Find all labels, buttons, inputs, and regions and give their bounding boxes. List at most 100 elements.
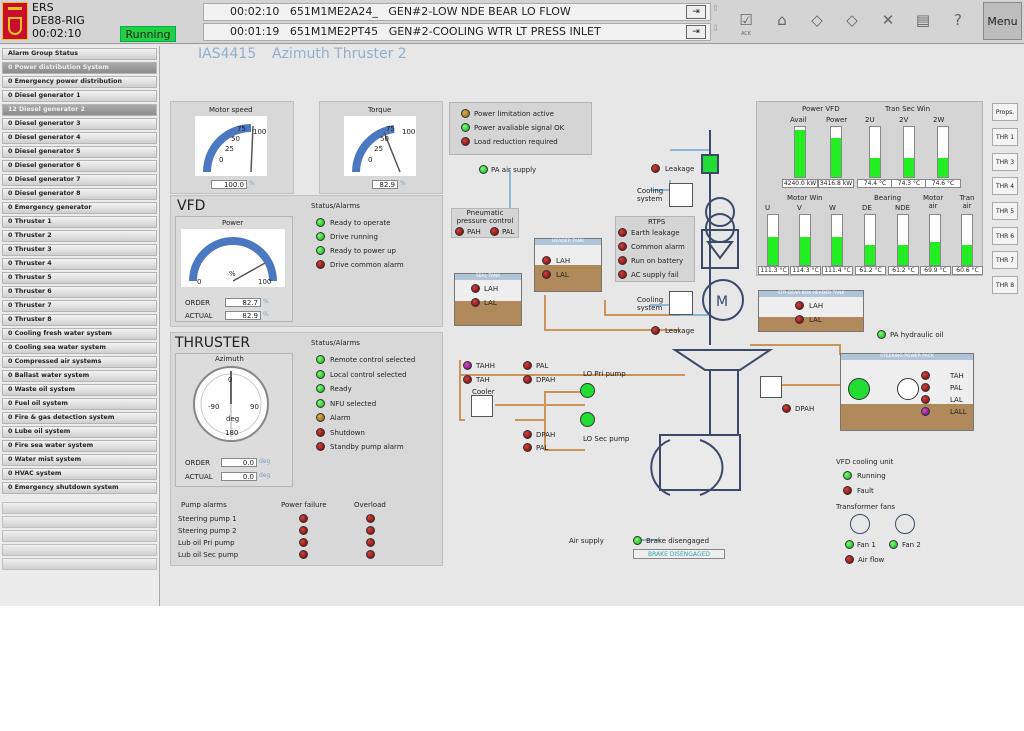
sidebar-item[interactable]: 0 Emergency power distribution — [2, 76, 157, 88]
thruster-nav-button[interactable]: THR 3 — [992, 153, 1018, 171]
sidebar-item[interactable]: 0 Fire sea water system — [2, 440, 157, 452]
sidebar-item[interactable]: 0 Thruster 2 — [2, 230, 157, 242]
sidebar-item[interactable]: 0 Thruster 8 — [2, 314, 157, 326]
alarm-line-2[interactable]: 00:01:19 651M1ME2PT45 GEN#2-COOLING WTR … — [203, 23, 711, 41]
sidebar-item[interactable]: 0 Diesel generator 4 — [2, 132, 157, 144]
bar-label: 2V — [899, 116, 909, 124]
sidebar-item[interactable]: 0 Cooling fresh water system — [2, 328, 157, 340]
sidebar-empty-slot — [2, 544, 157, 556]
silence-icon[interactable]: ✕ — [877, 8, 899, 32]
sidebar-item[interactable]: 0 HVAC system — [2, 468, 157, 480]
thruster-status-indicator — [316, 369, 325, 379]
header-tank: HEADER TANK — [534, 238, 602, 292]
top-bar: ERS DE88-RIG 00:02:10 Running 00:02:10 6… — [0, 0, 1024, 44]
thruster-status-label: Local control selected — [330, 370, 407, 379]
app-window: ERS DE88-RIG 00:02:10 Running 00:02:10 6… — [0, 0, 1024, 606]
sidebar-item[interactable]: 0 Compressed air systems — [2, 356, 157, 368]
sidebar-item[interactable]: 12 Diesel generator 2 — [2, 104, 157, 116]
thruster-status-label: Shutdown — [330, 428, 365, 437]
thruster-panel: THRUSTER Azimuth 0 90 -90 180 deg ORDER … — [170, 332, 443, 566]
sidebar-item[interactable]: 0 Thruster 1 — [2, 216, 157, 228]
menu-button[interactable]: Menu — [983, 2, 1022, 40]
sidebar-item[interactable]: 0 Thruster 3 — [2, 244, 157, 256]
sidebar-item[interactable]: 0 Cooling sea water system — [2, 342, 157, 354]
vfd-order-value: 82.7 — [225, 298, 261, 307]
sidebar-item[interactable]: 0 Thruster 7 — [2, 300, 157, 312]
alarm-goto-icon[interactable]: ⇥ — [686, 25, 706, 39]
thruster-nav-button[interactable]: THR 7 — [992, 251, 1018, 269]
alarm-text: GEN#2-LOW NDE BEAR LO FLOW — [388, 5, 571, 18]
sidebar-item[interactable]: 0 Emergency generator — [2, 202, 157, 214]
sidebar-item[interactable]: 0 Diesel generator 5 — [2, 146, 157, 158]
status-badge: Running — [120, 26, 176, 42]
sidebar-item[interactable]: 0 Diesel generator 3 — [2, 118, 157, 130]
scroll-down-icon[interactable]: ⇩ — [712, 24, 720, 34]
thruster-status-indicator — [316, 442, 325, 451]
str-gear-header-tank: STR GEAR BOX HEADER TANK — [758, 290, 864, 332]
sidebar-item[interactable]: 0 Diesel generator 8 — [2, 188, 157, 200]
pa-air-indicator — [479, 165, 488, 174]
brake-status: BRAKE DISENGAGED — [633, 549, 725, 559]
help-icon[interactable]: ? — [947, 8, 969, 32]
ack-icon[interactable]: ☑ ACK — [735, 8, 757, 37]
thruster-status-label: Remote control selected — [330, 356, 416, 364]
thruster-nav-button[interactable]: THR 8 — [992, 276, 1018, 294]
cooler-exchanger — [471, 395, 493, 417]
scroll-up-icon[interactable]: ⇧ — [712, 4, 720, 14]
sidebar-item[interactable]: 0 Diesel generator 1 — [2, 90, 157, 102]
thruster-nav-button[interactable]: THR 5 — [992, 202, 1018, 220]
sidebar-title: Alarm Group Status — [2, 48, 157, 60]
sidebar-item[interactable]: 0 Lube oil system — [2, 426, 157, 438]
logo — [2, 2, 28, 40]
thruster-nav-button[interactable]: Props. — [992, 103, 1018, 121]
thruster-status-indicator — [316, 355, 325, 364]
page-title: Azimuth Thruster 2 — [272, 46, 407, 62]
thruster-nav-button[interactable]: THR 4 — [992, 177, 1018, 195]
sidebar-item[interactable]: 0 Thruster 6 — [2, 286, 157, 298]
bar-label: Power — [826, 116, 848, 124]
pump-alarm-indicator — [366, 526, 375, 535]
bar-label: 2W — [933, 116, 945, 124]
sidebar-item[interactable]: 0 Thruster 5 — [2, 272, 157, 284]
alarm-text: GEN#2-COOLING WTR LT PRESS INLET — [388, 25, 601, 38]
sidebar-item[interactable]: 0 Emergency shutdown system — [2, 482, 157, 494]
alarm-time: 00:02:10 — [230, 5, 280, 18]
bar-label: 2U — [865, 116, 875, 124]
back-icon[interactable]: ◇ — [806, 8, 828, 32]
thruster-title: THRUSTER — [175, 335, 251, 351]
ready-operate-indicator — [316, 218, 325, 227]
pump-alarm-row-label: Lub oil Sec pump — [178, 551, 239, 559]
motor-speed-value: 100.0 — [211, 180, 247, 189]
pump-alarm-row-label: Lub oil Pri pump — [178, 539, 235, 547]
sidebar-empty-slot — [2, 558, 157, 570]
sidebar-item[interactable]: 0 Power distribution System — [2, 62, 157, 74]
thruster-status-indicator — [316, 398, 325, 408]
sidebar-item[interactable]: 0 Ballast water system — [2, 370, 157, 382]
alarm-goto-icon[interactable]: ⇥ — [686, 5, 706, 19]
sidebar-item[interactable]: 0 Thruster 4 — [2, 258, 157, 270]
alarm-tag: 651M1ME2A24_ — [289, 5, 378, 18]
ready-power-indicator — [316, 246, 325, 255]
sidebar-item[interactable]: 0 Water mist system — [2, 454, 157, 466]
forward-icon[interactable]: ◇ — [841, 8, 863, 32]
fan-1-icon — [850, 514, 870, 534]
thruster-order-value: 0.0 — [221, 458, 257, 467]
clock: 00:02:10 — [32, 27, 82, 40]
sidebar-item[interactable]: 0 Waste oil system — [2, 384, 157, 396]
steering-exchanger — [760, 376, 782, 398]
app-code: ERS — [32, 1, 54, 14]
motor-speed-label: Motor speed — [209, 106, 253, 114]
torque-value: 82.9 — [372, 180, 398, 189]
thruster-nav-button[interactable]: THR 1 — [992, 128, 1018, 146]
home-icon[interactable]: ⌂ — [771, 8, 793, 32]
pump-alarm-indicator — [299, 526, 308, 535]
print-icon[interactable]: ▤ — [912, 8, 934, 32]
power-limit-indicator — [461, 109, 470, 118]
thruster-nav-button[interactable]: THR 6 — [992, 227, 1018, 245]
sidebar-item[interactable]: 0 Diesel generator 6 — [2, 160, 157, 172]
alarm-line-1[interactable]: 00:02:10 651M1ME2A24_ GEN#2-LOW NDE BEAR… — [203, 3, 711, 21]
thruster-status-indicator — [316, 427, 325, 437]
sidebar-item[interactable]: 0 Diesel generator 7 — [2, 174, 157, 186]
sidebar-item[interactable]: 0 Fire & gas detection system — [2, 412, 157, 424]
sidebar-item[interactable]: 0 Fuel oil system — [2, 398, 157, 410]
